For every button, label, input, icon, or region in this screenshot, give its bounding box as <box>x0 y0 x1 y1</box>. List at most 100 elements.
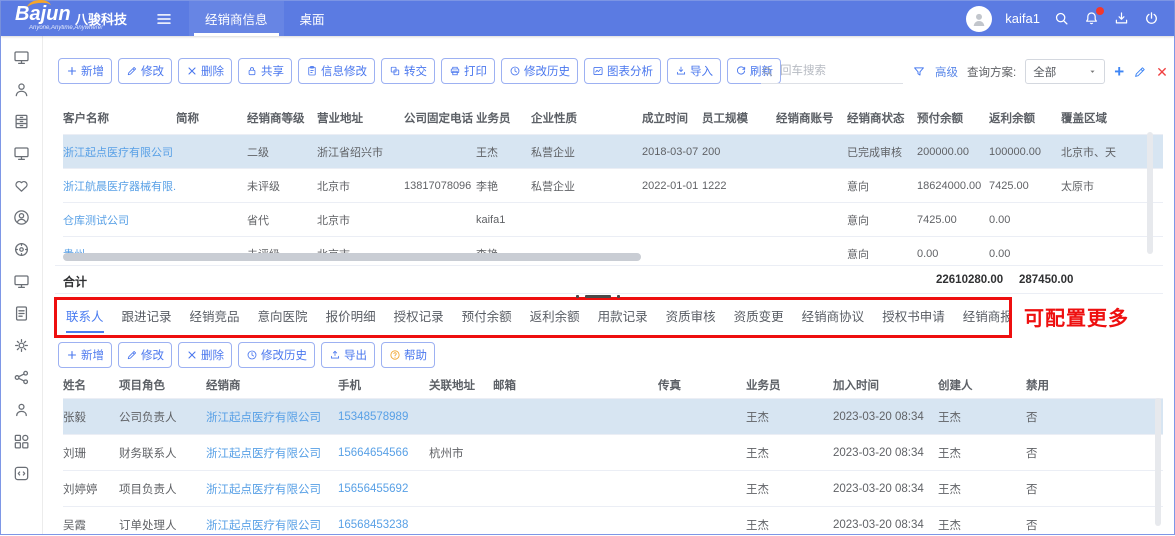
table-row[interactable]: 浙江航晨医疗器械有限...未评级北京市13817078096李艳私营企业2022… <box>63 169 1163 203</box>
toolbar-button-plus[interactable]: 新增 <box>58 58 112 84</box>
detail-tab-经销商报价[interactable]: 经销商报价 <box>963 300 1012 335</box>
query-scheme-select[interactable]: 全部 <box>1025 59 1105 84</box>
detail-tab-资质审核[interactable]: 资质审核 <box>666 300 716 335</box>
nav-tab-经销商信息[interactable]: 经销商信息 <box>189 1 284 36</box>
cell-link[interactable]: 浙江航晨医疗器械有限... <box>63 169 176 203</box>
column-header-加入时间[interactable]: 加入时间 <box>833 371 938 399</box>
sidebar-item-heart[interactable] <box>10 175 34 195</box>
table-row[interactable]: 浙江起点医疗有限公司二级浙江省绍兴市王杰私营企业2018-03-07200已完成… <box>63 135 1163 169</box>
search-icon[interactable] <box>1053 10 1070 27</box>
cell-link[interactable]: 15656455692 <box>338 471 429 507</box>
add-scheme-button[interactable]: + <box>1114 63 1124 80</box>
table-row[interactable]: 仓库测试公司省代北京市kaifa1意向7425.000.00 <box>63 203 1163 237</box>
toolbar-button-chart[interactable]: 图表分析 <box>584 58 661 84</box>
vertical-scrollbar[interactable] <box>1147 132 1153 254</box>
brand-logo[interactable]: Bajun 八骏科技 Anyone,Anytime,Anywhere! <box>13 1 131 36</box>
toolbar-button-clock[interactable]: 修改历史 <box>238 342 315 368</box>
column-header-成立时间[interactable]: 成立时间 <box>642 101 702 135</box>
cell-link[interactable]: 浙江起点医疗有限公司 <box>206 435 338 471</box>
sidebar-item-code[interactable] <box>10 463 34 483</box>
cell-link[interactable]: 仓库测试公司 <box>63 203 176 237</box>
detail-tab-意向医院[interactable]: 意向医院 <box>258 300 308 335</box>
cell-link[interactable]: 浙江起点医疗有限公司 <box>63 135 176 169</box>
column-header-项目角色[interactable]: 项目角色 <box>119 371 206 399</box>
table-row[interactable]: 刘婷婷项目负责人浙江起点医疗有限公司15656455692王杰2023-03-2… <box>63 471 1163 507</box>
column-header-邮箱[interactable]: 邮箱 <box>493 371 658 399</box>
column-header-禁用[interactable]: 禁用 <box>1026 371 1163 399</box>
column-header-预付余额[interactable]: 预付余额 <box>917 101 989 135</box>
column-header-简称[interactable]: 简称 <box>176 101 247 135</box>
toolbar-button-plus[interactable]: 新增 <box>58 342 112 368</box>
column-header-经销商状态[interactable]: 经销商状态 <box>847 101 917 135</box>
column-header-经销商[interactable]: 经销商 <box>206 371 338 399</box>
toolbar-button-close[interactable]: 删除 <box>178 58 232 84</box>
notifications-bell[interactable] <box>1083 10 1100 27</box>
toolbar-button-clipboard[interactable]: 信息修改 <box>298 58 375 84</box>
sidebar-item-gear[interactable] <box>10 335 34 355</box>
sidebar-item-monitor[interactable] <box>10 143 34 163</box>
table-row[interactable]: 张毅公司负责人浙江起点医疗有限公司15348578989王杰2023-03-20… <box>63 399 1163 435</box>
edit-scheme-icon[interactable] <box>1133 65 1147 79</box>
toolbar-button-lock[interactable]: 共享 <box>238 58 292 84</box>
detail-tab-授权书申请[interactable]: 授权书申请 <box>882 300 945 335</box>
sidebar-item-target[interactable] <box>10 239 34 259</box>
detail-tab-联系人[interactable]: 联系人 <box>66 300 104 335</box>
filter-funnel-icon[interactable] <box>912 65 926 79</box>
column-header-公司固定电话[interactable]: 公司固定电话 <box>404 101 476 135</box>
table-row[interactable]: 刘珊财务联系人浙江起点医疗有限公司15664654566杭州市王杰2023-03… <box>63 435 1163 471</box>
column-header-经销商等级[interactable]: 经销商等级 <box>247 101 317 135</box>
column-header-营业地址[interactable]: 营业地址 <box>317 101 404 135</box>
cell-link[interactable]: 15664654566 <box>338 435 429 471</box>
toolbar-button-edit[interactable]: 修改 <box>118 58 172 84</box>
cell-link[interactable]: 浙江起点医疗有限公司 <box>206 507 338 536</box>
sidebar-item-user-circle[interactable] <box>10 207 34 227</box>
toolbar-button-printer[interactable]: 打印 <box>441 58 495 84</box>
toolbar-button-export[interactable]: 导出 <box>321 342 375 368</box>
column-header-返利余额[interactable]: 返利余额 <box>989 101 1061 135</box>
detail-tab-授权记录[interactable]: 授权记录 <box>394 300 444 335</box>
user-avatar[interactable] <box>966 6 992 32</box>
horizontal-scrollbar[interactable] <box>63 253 641 261</box>
cell-link[interactable]: 浙江起点医疗有限公司 <box>206 399 338 435</box>
column-header-业务员[interactable]: 业务员 <box>476 101 531 135</box>
column-header-员工规模[interactable]: 员工规模 <box>702 101 776 135</box>
detail-tab-跟进记录[interactable]: 跟进记录 <box>122 300 172 335</box>
advanced-search-link[interactable]: 高级 <box>935 64 958 80</box>
toolbar-button-clock[interactable]: 修改历史 <box>501 58 578 84</box>
toolbar-button-close[interactable]: 删除 <box>178 342 232 368</box>
detail-tab-报价明细[interactable]: 报价明细 <box>326 300 376 335</box>
detail-tab-经销竞品[interactable]: 经销竞品 <box>190 300 240 335</box>
detail-tab-经销商协议[interactable]: 经销商协议 <box>802 300 865 335</box>
column-header-企业性质[interactable]: 企业性质 <box>531 101 642 135</box>
vertical-scrollbar[interactable] <box>1155 398 1161 526</box>
column-header-创建人[interactable]: 创建人 <box>938 371 1026 399</box>
sidebar-item-monitor[interactable] <box>10 47 34 67</box>
sidebar-item-share[interactable] <box>10 367 34 387</box>
cell-link[interactable]: 浙江起点医疗有限公司 <box>206 471 338 507</box>
power-logout-icon[interactable] <box>1143 10 1160 27</box>
sidebar-item-person[interactable] <box>10 399 34 419</box>
toolbar-button-transfer[interactable]: 转交 <box>381 58 435 84</box>
sidebar-item-grid[interactable] <box>10 431 34 451</box>
sidebar-item-user[interactable] <box>10 79 34 99</box>
detail-tab-预付余额[interactable]: 预付余额 <box>462 300 512 335</box>
column-header-传真[interactable]: 传真 <box>658 371 746 399</box>
column-header-手机[interactable]: 手机 <box>338 371 429 399</box>
detail-tab-用款记录[interactable]: 用款记录 <box>598 300 648 335</box>
column-header-覆盖区域[interactable]: 覆盖区域 <box>1061 101 1163 135</box>
column-header-经销商账号[interactable]: 经销商账号 <box>776 101 847 135</box>
detail-tab-返利余额[interactable]: 返利余额 <box>530 300 580 335</box>
toolbar-button-import[interactable]: 导入 <box>667 58 721 84</box>
toolbar-button-edit[interactable]: 修改 <box>118 342 172 368</box>
column-header-业务员[interactable]: 业务员 <box>746 371 833 399</box>
detail-tab-资质变更[interactable]: 资质变更 <box>734 300 784 335</box>
sidebar-item-monitor[interactable] <box>10 271 34 291</box>
cell-link[interactable]: 16568453238 <box>338 507 429 536</box>
sidebar-item-archive[interactable] <box>10 111 34 131</box>
table-row[interactable]: 吴霞订单处理人浙江起点医疗有限公司16568453238王杰2023-03-20… <box>63 507 1163 536</box>
toolbar-button-help[interactable]: 帮助 <box>381 342 435 368</box>
sidebar-item-document[interactable] <box>10 303 34 323</box>
column-header-姓名[interactable]: 姓名 <box>63 371 119 399</box>
cell-link[interactable]: 15348578989 <box>338 399 429 435</box>
column-header-客户名称[interactable]: 客户名称 <box>63 101 176 135</box>
